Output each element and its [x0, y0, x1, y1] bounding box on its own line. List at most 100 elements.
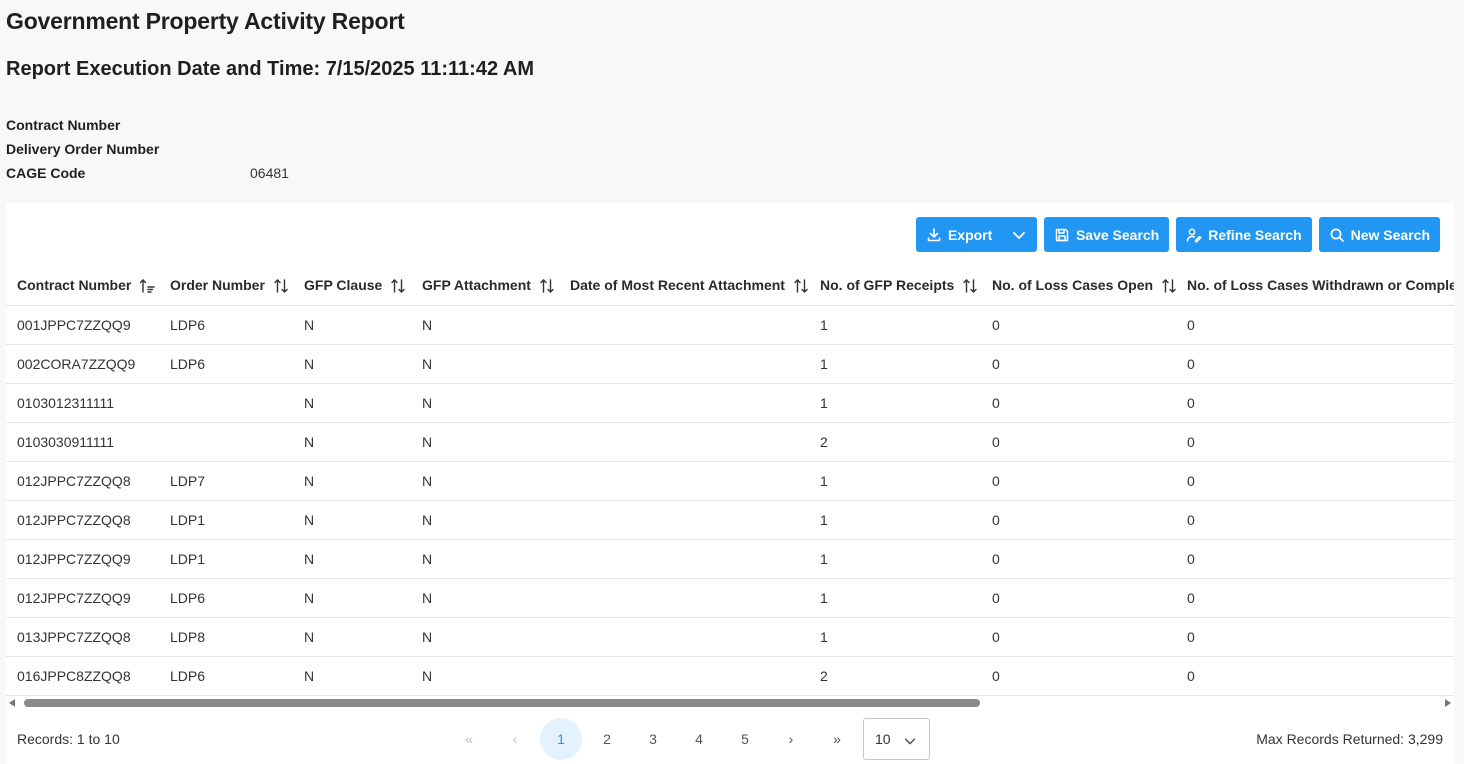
cell-date-most-recent-attachment [559, 656, 809, 696]
cell-gfp-attachment: N [411, 344, 559, 384]
cell-gfp-receipts: 1 [809, 383, 981, 423]
column-header-order-number[interactable]: Order Number [159, 266, 293, 306]
column-header-gfp-attachment[interactable]: GFP Attachment [411, 266, 559, 306]
cell-date-most-recent-attachment [559, 344, 809, 384]
cell-order-number [159, 383, 293, 423]
page-button-5[interactable]: 5 [724, 718, 766, 760]
sort-icon[interactable] [793, 278, 809, 294]
criteria-label: Contract Number [6, 117, 121, 133]
column-header-contract-number[interactable]: Contract Number [6, 266, 159, 306]
download-icon [927, 227, 941, 241]
previous-page-button[interactable]: ‹ [494, 718, 536, 760]
chevron-down-icon [1013, 231, 1025, 239]
column-header-loss-cases-withdrawn-completed[interactable]: No. of Loss Cases Withdrawn or Completed [1176, 266, 1454, 306]
table-row[interactable]: 012JPPC7ZZQQ8 LDP1 N N 1 0 0 [6, 500, 1454, 540]
save-search-label: Save Search [1075, 226, 1160, 243]
cell-loss-cases-open: 0 [981, 461, 1176, 501]
cell-loss-cases-open: 0 [981, 656, 1176, 696]
table-row[interactable]: 012JPPC7ZZQQ9 LDP1 N N 1 0 0 [6, 539, 1454, 579]
cell-gfp-attachment: N [411, 500, 559, 540]
table-row[interactable]: 002CORA7ZZQQ9 LDP6 N N 1 0 0 [6, 344, 1454, 384]
table-header-row: Contract Number Order Number GFP Clause … [6, 266, 1454, 306]
criteria-label: Delivery Order Number [6, 141, 160, 157]
page-button-2[interactable]: 2 [586, 718, 628, 760]
scroll-right-icon[interactable] [1445, 699, 1451, 707]
column-header-label: Contract Number [17, 276, 132, 293]
cell-gfp-clause: N [293, 461, 411, 501]
horizontal-scrollbar[interactable] [6, 697, 1454, 709]
cell-gfp-attachment: N [411, 539, 559, 579]
export-label: Export [947, 226, 993, 243]
cell-loss-cases-open: 0 [981, 383, 1176, 423]
cell-date-most-recent-attachment [559, 461, 809, 501]
criteria-label: CAGE Code [6, 165, 86, 181]
sort-ascending-icon[interactable] [139, 278, 156, 294]
column-header-gfp-clause[interactable]: GFP Clause [293, 266, 411, 306]
cell-loss-cases-open: 0 [981, 578, 1176, 618]
table-row[interactable]: 001JPPC7ZZQQ9 LDP6 N N 1 0 0 [6, 305, 1454, 345]
first-page-button[interactable]: « [448, 718, 490, 760]
cell-contract-number: 013JPPC7ZZQQ8 [6, 617, 159, 657]
export-button[interactable]: Export [915, 217, 1037, 252]
table-row[interactable]: 0103030911111 N N 2 0 0 [6, 422, 1454, 462]
cell-gfp-attachment: N [411, 617, 559, 657]
results-card: Export Save Search Refine Search New Sea [6, 203, 1454, 764]
page-size-select[interactable]: 10 [863, 718, 930, 760]
cell-date-most-recent-attachment [559, 422, 809, 462]
table-row[interactable]: 012JPPC7ZZQQ9 LDP6 N N 1 0 0 [6, 578, 1454, 618]
column-header-loss-cases-open[interactable]: No. of Loss Cases Open [981, 266, 1177, 306]
last-page-button[interactable]: » [816, 718, 858, 760]
cell-loss-cases-withdrawn-completed: 0 [1176, 461, 1454, 501]
table-row[interactable]: 0103012311111 N N 1 0 0 [6, 383, 1454, 423]
new-search-button[interactable]: New Search [1318, 217, 1440, 252]
criteria-contract-number: Contract Number [6, 113, 289, 137]
cell-gfp-clause: N [293, 344, 411, 384]
cell-gfp-clause: N [293, 383, 411, 423]
table-row[interactable]: 016JPPC8ZZQQ8 LDP6 N N 2 0 0 [6, 656, 1454, 696]
column-header-label: GFP Clause [304, 276, 383, 293]
cell-contract-number: 002CORA7ZZQQ9 [6, 344, 159, 384]
cell-date-most-recent-attachment [559, 539, 809, 579]
scrollbar-thumb[interactable] [24, 699, 980, 707]
search-criteria: Contract Number Delivery Order Number CA… [6, 113, 289, 185]
table-row[interactable]: 013JPPC7ZZQQ8 LDP8 N N 1 0 0 [6, 617, 1454, 657]
cell-loss-cases-withdrawn-completed: 0 [1176, 383, 1454, 423]
cell-gfp-attachment: N [411, 422, 559, 462]
page-button-1[interactable]: 1 [540, 718, 582, 760]
cell-order-number: LDP6 [159, 578, 293, 618]
sort-icon[interactable] [273, 278, 289, 294]
cell-order-number: LDP1 [159, 539, 293, 579]
cell-loss-cases-withdrawn-completed: 0 [1176, 656, 1454, 696]
cell-gfp-clause: N [293, 422, 411, 462]
page-button-3[interactable]: 3 [632, 718, 674, 760]
cell-loss-cases-withdrawn-completed: 0 [1176, 539, 1454, 579]
cell-gfp-receipts: 1 [809, 500, 981, 540]
column-header-gfp-receipts[interactable]: No. of GFP Receipts [809, 266, 981, 306]
sort-icon[interactable] [390, 278, 406, 294]
refine-search-button[interactable]: Refine Search [1176, 217, 1312, 252]
cell-gfp-attachment: N [411, 656, 559, 696]
cell-gfp-attachment: N [411, 461, 559, 501]
criteria-cage-code: CAGE Code 06481 [6, 161, 289, 185]
cell-gfp-receipts: 1 [809, 539, 981, 579]
next-page-button[interactable]: › [770, 718, 812, 760]
cell-gfp-attachment: N [411, 578, 559, 618]
cell-gfp-receipts: 2 [809, 656, 981, 696]
cell-gfp-clause: N [293, 500, 411, 540]
cell-gfp-clause: N [293, 617, 411, 657]
export-menu-toggle[interactable] [1001, 217, 1037, 252]
save-search-button[interactable]: Save Search [1043, 217, 1170, 252]
chevron-down-icon [904, 738, 916, 745]
save-icon [1055, 228, 1069, 241]
cell-loss-cases-open: 0 [981, 305, 1176, 345]
page-title: Government Property Activity Report [6, 8, 405, 34]
cell-date-most-recent-attachment [559, 617, 809, 657]
page-button-4[interactable]: 4 [678, 718, 720, 760]
cell-date-most-recent-attachment [559, 500, 809, 540]
sort-icon[interactable] [962, 278, 978, 294]
sort-icon[interactable] [1161, 278, 1177, 294]
table-row[interactable]: 012JPPC7ZZQQ8 LDP7 N N 1 0 0 [6, 461, 1454, 501]
scroll-left-icon[interactable] [9, 699, 15, 707]
sort-icon[interactable] [539, 278, 555, 294]
column-header-date-most-recent-attachment[interactable]: Date of Most Recent Attachment [559, 266, 809, 306]
